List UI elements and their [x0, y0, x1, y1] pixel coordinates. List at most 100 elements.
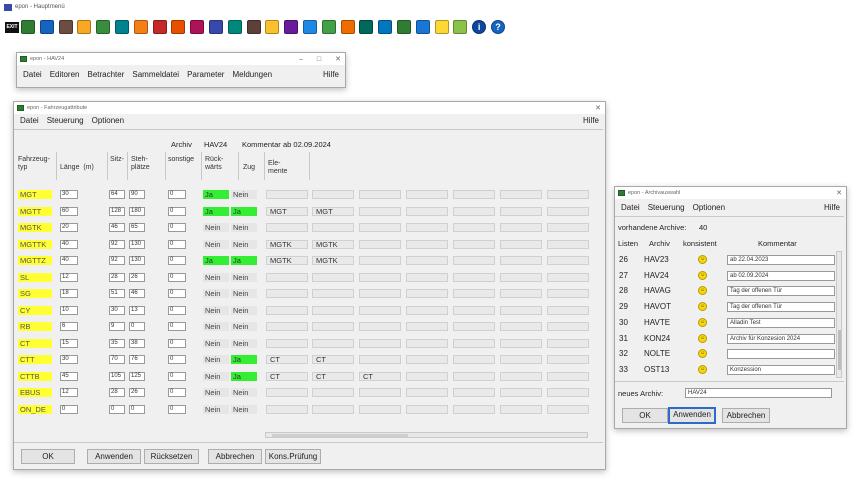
element-combo[interactable]	[312, 289, 354, 298]
building-icon[interactable]	[284, 20, 299, 34]
element-combo[interactable]	[453, 305, 495, 315]
laenge-input[interactable]: 12	[60, 272, 78, 282]
steh-input[interactable]: 125	[129, 371, 145, 381]
list-item[interactable]: 32 NOLTE ☺	[615, 349, 835, 361]
element-combo[interactable]	[312, 223, 354, 232]
sonstige-input[interactable]: 0	[168, 223, 186, 232]
rueckwaerts-toggle[interactable]: Ja	[203, 256, 229, 265]
element-combo[interactable]	[453, 272, 495, 282]
menu-datei[interactable]: Datei	[621, 203, 640, 212]
menu-steuerung[interactable]: Steuerung	[648, 203, 685, 212]
list-item[interactable]: 31 KON24 ☺ Archiv für Konzesion 2024	[615, 333, 835, 346]
vertical-scrollbar[interactable]	[836, 251, 842, 378]
list-item[interactable]: 28 HAVAG ☺ Tag der offenen Tür	[615, 286, 835, 298]
menu-meldungen[interactable]: Meldungen	[232, 70, 272, 79]
steh-input[interactable]: 0	[129, 322, 145, 331]
sonstige-input[interactable]: 0	[168, 404, 186, 414]
laenge-input[interactable]: 15	[60, 338, 78, 348]
steh-input[interactable]: 26	[129, 388, 145, 397]
vehicle-type[interactable]: CT	[18, 338, 52, 348]
element-combo[interactable]	[266, 388, 308, 397]
sitz-input[interactable]: 128	[109, 206, 125, 216]
element-combo[interactable]	[359, 289, 401, 298]
rueckwaerts-toggle[interactable]: Nein	[203, 404, 229, 414]
archive-comment-input[interactable]: ab 02.09.2024	[727, 270, 835, 281]
sonstige-input[interactable]: 0	[168, 355, 186, 364]
vehicle-icon[interactable]	[265, 20, 280, 34]
maximize-icon[interactable]: □	[317, 56, 321, 63]
anwenden-button[interactable]: Anwenden	[668, 407, 716, 424]
element-combo[interactable]	[500, 289, 542, 298]
element-combo[interactable]	[453, 223, 495, 232]
element-combo[interactable]	[547, 289, 589, 298]
steh-input[interactable]: 65	[129, 223, 145, 232]
element-combo[interactable]	[547, 206, 589, 216]
list-item[interactable]: 30 HAVTE ☺ Alladin Test	[615, 317, 835, 330]
list-item[interactable]: 33 OST13 ☺ Konzession	[615, 364, 835, 377]
map-icon[interactable]	[96, 20, 111, 34]
kons-pruefung-button[interactable]: Kons.Prüfung	[265, 449, 321, 464]
sitz-input[interactable]: 51	[109, 289, 125, 298]
element-combo[interactable]	[500, 239, 542, 249]
sonstige-input[interactable]: 0	[168, 256, 186, 265]
element-combo[interactable]: MGTK	[266, 239, 308, 249]
world-icon[interactable]	[359, 20, 374, 34]
vehicle-type[interactable]: ON_DE	[18, 404, 52, 414]
element-combo[interactable]	[312, 190, 354, 199]
element-combo[interactable]: MGT	[266, 206, 308, 216]
element-combo[interactable]	[406, 223, 448, 232]
sitz-input[interactable]: 35	[109, 338, 125, 348]
pencil-icon[interactable]	[321, 20, 336, 34]
split-icon[interactable]	[340, 20, 355, 34]
menu-optionen[interactable]: Optionen	[693, 203, 725, 212]
element-combo[interactable]	[453, 322, 495, 331]
sitz-input[interactable]: 46	[109, 223, 125, 232]
zug-toggle[interactable]: Nein	[231, 190, 257, 199]
lines-icon[interactable]	[58, 20, 73, 34]
element-combo[interactable]	[500, 190, 542, 199]
zug-toggle[interactable]: Nein	[231, 322, 257, 331]
element-combo[interactable]	[547, 190, 589, 199]
scrollbar-thumb[interactable]	[838, 330, 841, 370]
element-combo[interactable]	[453, 289, 495, 298]
close-icon[interactable]: ✕	[335, 55, 341, 63]
element-combo[interactable]: CT	[312, 355, 354, 364]
element-combo[interactable]	[547, 322, 589, 331]
element-combo[interactable]	[500, 338, 542, 348]
ruecksetzen-button[interactable]: Rücksetzen	[144, 449, 199, 464]
element-combo[interactable]	[500, 371, 542, 381]
element-combo[interactable]	[359, 305, 401, 315]
zug-toggle[interactable]: Ja	[231, 371, 257, 381]
vehicle-type[interactable]: EBUS	[18, 388, 52, 397]
element-combo[interactable]	[500, 404, 542, 414]
element-combo[interactable]	[312, 338, 354, 348]
element-combo[interactable]: CT	[312, 371, 354, 381]
sitz-input[interactable]: 92	[109, 239, 125, 249]
vehicle-type[interactable]: SG	[18, 289, 52, 298]
element-combo[interactable]	[547, 223, 589, 232]
vehicle-type[interactable]: CTT	[18, 355, 52, 364]
element-combo[interactable]	[453, 239, 495, 249]
rueckwaerts-toggle[interactable]: Nein	[203, 388, 229, 397]
steh-input[interactable]: 130	[129, 256, 145, 265]
element-combo[interactable]	[266, 404, 308, 414]
vehicle-type[interactable]: SL	[18, 272, 52, 282]
laenge-input[interactable]: 45	[60, 371, 78, 381]
sonstige-input[interactable]: 0	[168, 272, 186, 282]
sonstige-input[interactable]: 0	[168, 338, 186, 348]
element-combo[interactable]	[406, 355, 448, 364]
element-combo[interactable]	[406, 272, 448, 282]
element-combo[interactable]	[406, 239, 448, 249]
element-combo[interactable]	[500, 322, 542, 331]
rueckwaerts-toggle[interactable]: Nein	[203, 289, 229, 298]
vehicle-type[interactable]: MGT	[18, 190, 52, 199]
element-combo[interactable]	[359, 388, 401, 397]
element-combo[interactable]	[406, 338, 448, 348]
element-combo[interactable]: CT	[266, 371, 308, 381]
steh-input[interactable]: 46	[129, 289, 145, 298]
sitz-input[interactable]: 92	[109, 256, 125, 265]
info-icon[interactable]: i	[472, 20, 487, 34]
sonstige-input[interactable]: 0	[168, 289, 186, 298]
zug-toggle[interactable]: Ja	[231, 256, 257, 265]
sonstige-input[interactable]: 0	[168, 206, 186, 216]
